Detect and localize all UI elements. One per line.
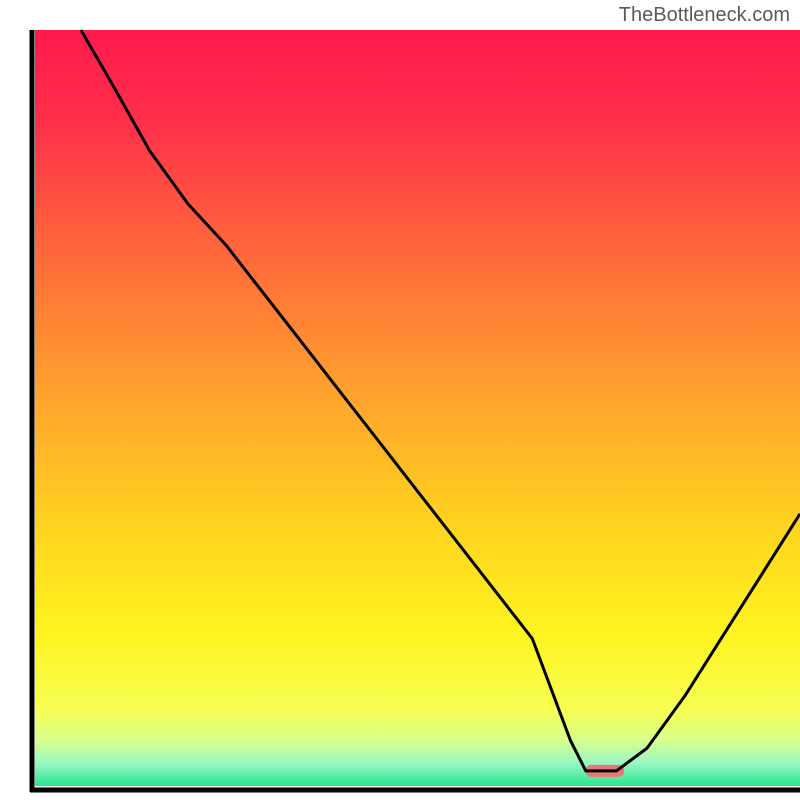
watermark-text: TheBottleneck.com xyxy=(619,4,790,27)
plot-background xyxy=(35,30,800,786)
chart-svg xyxy=(0,0,800,800)
bottleneck-chart: { "watermark": "TheBottleneck.com", "cha… xyxy=(0,0,800,800)
